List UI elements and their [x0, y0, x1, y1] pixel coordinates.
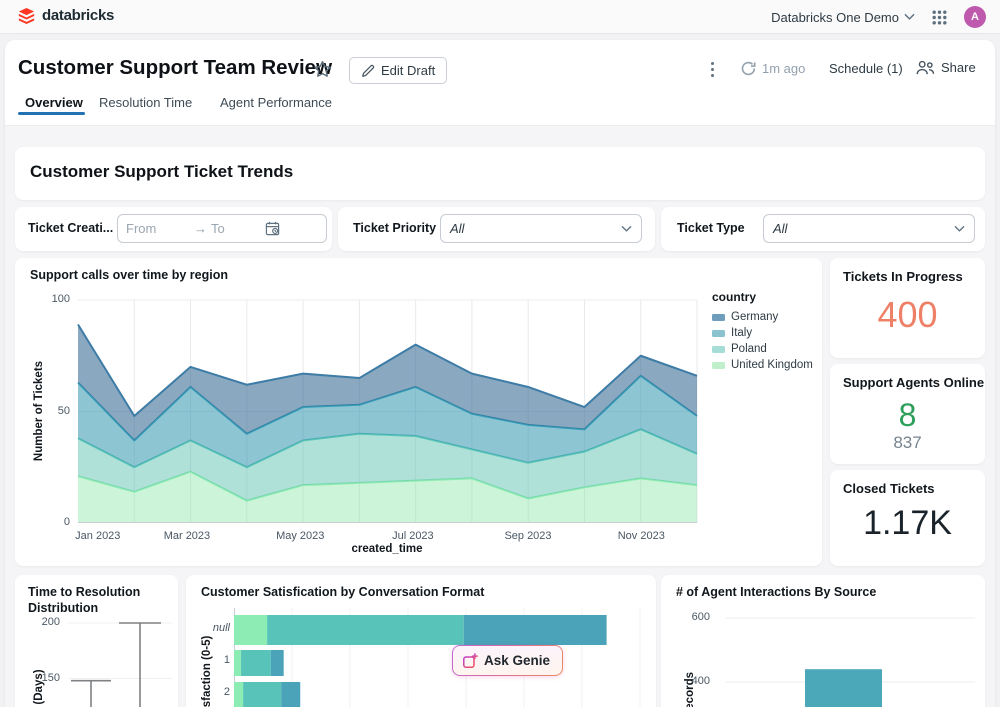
type-select-value: All [773, 221, 787, 236]
edit-draft-button[interactable]: Edit Draft [349, 57, 447, 84]
edit-draft-label: Edit Draft [381, 63, 435, 78]
share-button[interactable]: Share [916, 60, 976, 75]
axis-tick-label: 1 [186, 654, 230, 666]
chevron-down-icon [904, 13, 915, 21]
legend-title: country [712, 290, 813, 304]
counter-title: Closed Tickets [843, 481, 935, 496]
schedule-button[interactable]: Schedule (1) [829, 61, 903, 76]
counter-value: 8 [830, 397, 985, 434]
section-title: Customer Support Ticket Trends [30, 162, 293, 182]
genie-icon [462, 653, 478, 669]
chevron-down-icon [954, 225, 965, 233]
legend-items: Germany Italy Poland United Kingdom [712, 309, 813, 373]
legend-swatch [712, 346, 725, 353]
tab-resolution-time[interactable]: Resolution Time [99, 95, 192, 110]
tab-overview[interactable]: Overview [25, 95, 83, 110]
priority-filter-label: Ticket Priority [353, 221, 436, 235]
axis-tick-label: Jul 2023 [378, 530, 448, 542]
databricks-logo[interactable]: databricks [18, 7, 114, 24]
dashboard-page: databricks Databricks One Demo A Custome… [0, 0, 1000, 707]
counter-value: 400 [830, 294, 985, 336]
axis-tick-label: 50 [36, 405, 70, 417]
axis-tick-label: 200 [20, 616, 60, 628]
workspace-switcher[interactable]: Databricks One Demo [771, 10, 915, 25]
area-chart-x-axis-title: created_time [352, 543, 423, 555]
workspace-name: Databricks One Demo [771, 10, 899, 25]
axis-tick-label: Nov 2023 [606, 530, 676, 542]
ask-genie-button[interactable]: Ask Genie [452, 645, 563, 676]
axis-tick-label: 600 [666, 611, 710, 623]
counter-secondary-value: 837 [830, 433, 985, 453]
range-arrow-icon: → [194, 221, 207, 236]
counter-title: Support Agents Online [843, 375, 984, 390]
refresh-age-label: 1m ago [762, 61, 805, 76]
axis-tick-label: 100 [36, 293, 70, 305]
axis-tick-label: Sep 2023 [493, 530, 563, 542]
avatar[interactable]: A [964, 6, 986, 28]
tab-agent-performance[interactable]: Agent Performance [220, 95, 332, 110]
axis-tick-label: 150 [20, 672, 60, 684]
favorite-star-button[interactable] [313, 60, 332, 79]
overflow-menu-button[interactable] [711, 60, 714, 78]
priority-select-value: All [450, 221, 464, 236]
legend-item[interactable]: United Kingdom [712, 357, 813, 373]
axis-tick-label: null [186, 622, 230, 634]
schedule-label: Schedule (1) [829, 61, 903, 76]
axis-tick-label: Mar 2023 [152, 530, 222, 542]
refresh-button[interactable]: 1m ago [741, 61, 805, 76]
top-navbar: databricks Databricks One Demo A [0, 0, 1000, 34]
legend-label: Germany [731, 311, 778, 323]
area-chart-plot [78, 300, 697, 523]
legend-label: Poland [731, 343, 767, 355]
date-range-input[interactable]: → [117, 214, 327, 243]
axis-tick-label: May 2023 [265, 530, 335, 542]
legend-swatch [712, 362, 725, 369]
interactions-chart-title: # of Agent Interactions By Source [676, 584, 876, 600]
refresh-icon [741, 61, 756, 76]
axis-tick-label: 2 [186, 686, 230, 698]
date-range-filter-label: Ticket Creati... [28, 221, 113, 235]
legend-swatch [712, 330, 725, 337]
brand-wordmark: databricks [42, 7, 114, 24]
legend-item[interactable]: Germany [712, 309, 813, 325]
axis-tick-label: 0 [36, 516, 70, 528]
date-to-input[interactable] [211, 221, 261, 236]
legend-label: United Kingdom [731, 359, 813, 371]
counter-title: Tickets In Progress [843, 269, 963, 284]
satisfaction-chart-plot [234, 608, 648, 707]
share-label: Share [941, 60, 976, 75]
databricks-logo-icon [18, 8, 35, 24]
type-filter-label: Ticket Type [677, 221, 745, 235]
interactions-chart-plot [718, 600, 975, 707]
apps-grid-icon[interactable] [931, 9, 948, 26]
chevron-down-icon [621, 225, 632, 233]
area-chart-title: Support calls over time by region [30, 267, 228, 283]
ask-genie-label: Ask Genie [484, 653, 550, 668]
share-people-icon [916, 60, 935, 75]
priority-select[interactable]: All [440, 214, 642, 243]
legend-label: Italy [731, 327, 752, 339]
boxplot-plot [66, 600, 178, 707]
chart-legend: country Germany Italy Poland United Kingdom [712, 290, 813, 373]
pencil-icon [361, 64, 375, 78]
navbar-right: Databricks One Demo A [771, 0, 986, 34]
axis-tick-label: 400 [666, 675, 710, 687]
active-tab-underline [18, 112, 85, 115]
legend-item[interactable]: Poland [712, 341, 813, 357]
type-select[interactable]: All [763, 214, 975, 243]
calendar-icon [265, 221, 280, 236]
axis-tick-label: Jan 2023 [63, 530, 133, 542]
legend-swatch [712, 314, 725, 321]
satisfaction-chart-title: Customer Satisfication by Conversation F… [201, 584, 484, 600]
legend-item[interactable]: Italy [712, 325, 813, 341]
date-from-input[interactable] [126, 221, 190, 236]
star-icon [313, 60, 332, 79]
page-title: Customer Support Team Review [18, 56, 332, 80]
counter-value: 1.17K [830, 504, 985, 543]
